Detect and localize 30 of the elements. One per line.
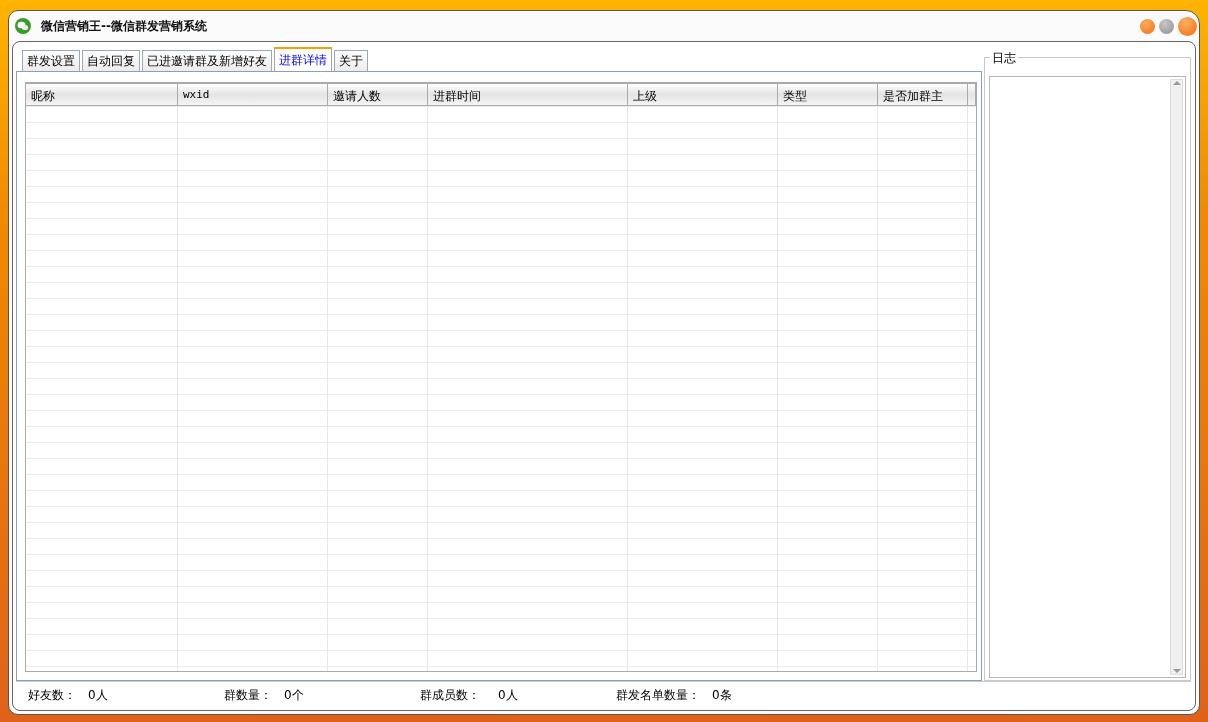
status-label: 好友数： — [28, 686, 76, 704]
status-value: 0人 — [88, 686, 108, 704]
minimize-button[interactable] — [1140, 18, 1155, 34]
status-value: 0个 — [284, 686, 304, 704]
log-text-area[interactable] — [989, 76, 1186, 678]
scrollbar[interactable] — [1170, 79, 1183, 675]
column-header[interactable]: 进群时间 — [428, 83, 628, 106]
maximize-button[interactable] — [1159, 18, 1174, 34]
scroll-up-icon[interactable] — [1172, 80, 1181, 86]
app-logo-icon — [15, 18, 31, 34]
close-button[interactable] — [1178, 16, 1197, 36]
tab[interactable]: 群发设置 — [22, 50, 80, 71]
tab[interactable]: 进群详情 — [274, 47, 332, 71]
status-value: 0人 — [498, 686, 518, 704]
status-label: 群成员数： — [420, 686, 480, 704]
column-header[interactable]: wxid — [178, 83, 328, 106]
status-value: 0条 — [712, 686, 732, 704]
tab[interactable]: 关于 — [334, 50, 368, 71]
status-label: 群发名单数量： — [616, 686, 700, 704]
column-header[interactable]: 邀请人数 — [328, 83, 428, 106]
column-header[interactable]: 上级 — [628, 83, 778, 106]
tab[interactable]: 自动回复 — [82, 50, 140, 71]
window-title: 微信营销王--微信群发营销系统 — [41, 17, 207, 35]
column-header[interactable]: 是否加群主 — [878, 83, 968, 106]
tab[interactable]: 已进邀请群及新增好友 — [142, 50, 272, 71]
column-header[interactable]: 类型 — [778, 83, 878, 106]
status-label: 群数量： — [224, 686, 272, 704]
scroll-down-icon[interactable] — [1172, 668, 1181, 674]
log-group-title: 日志 — [990, 50, 1018, 67]
column-header[interactable]: 昵称 — [26, 83, 178, 106]
